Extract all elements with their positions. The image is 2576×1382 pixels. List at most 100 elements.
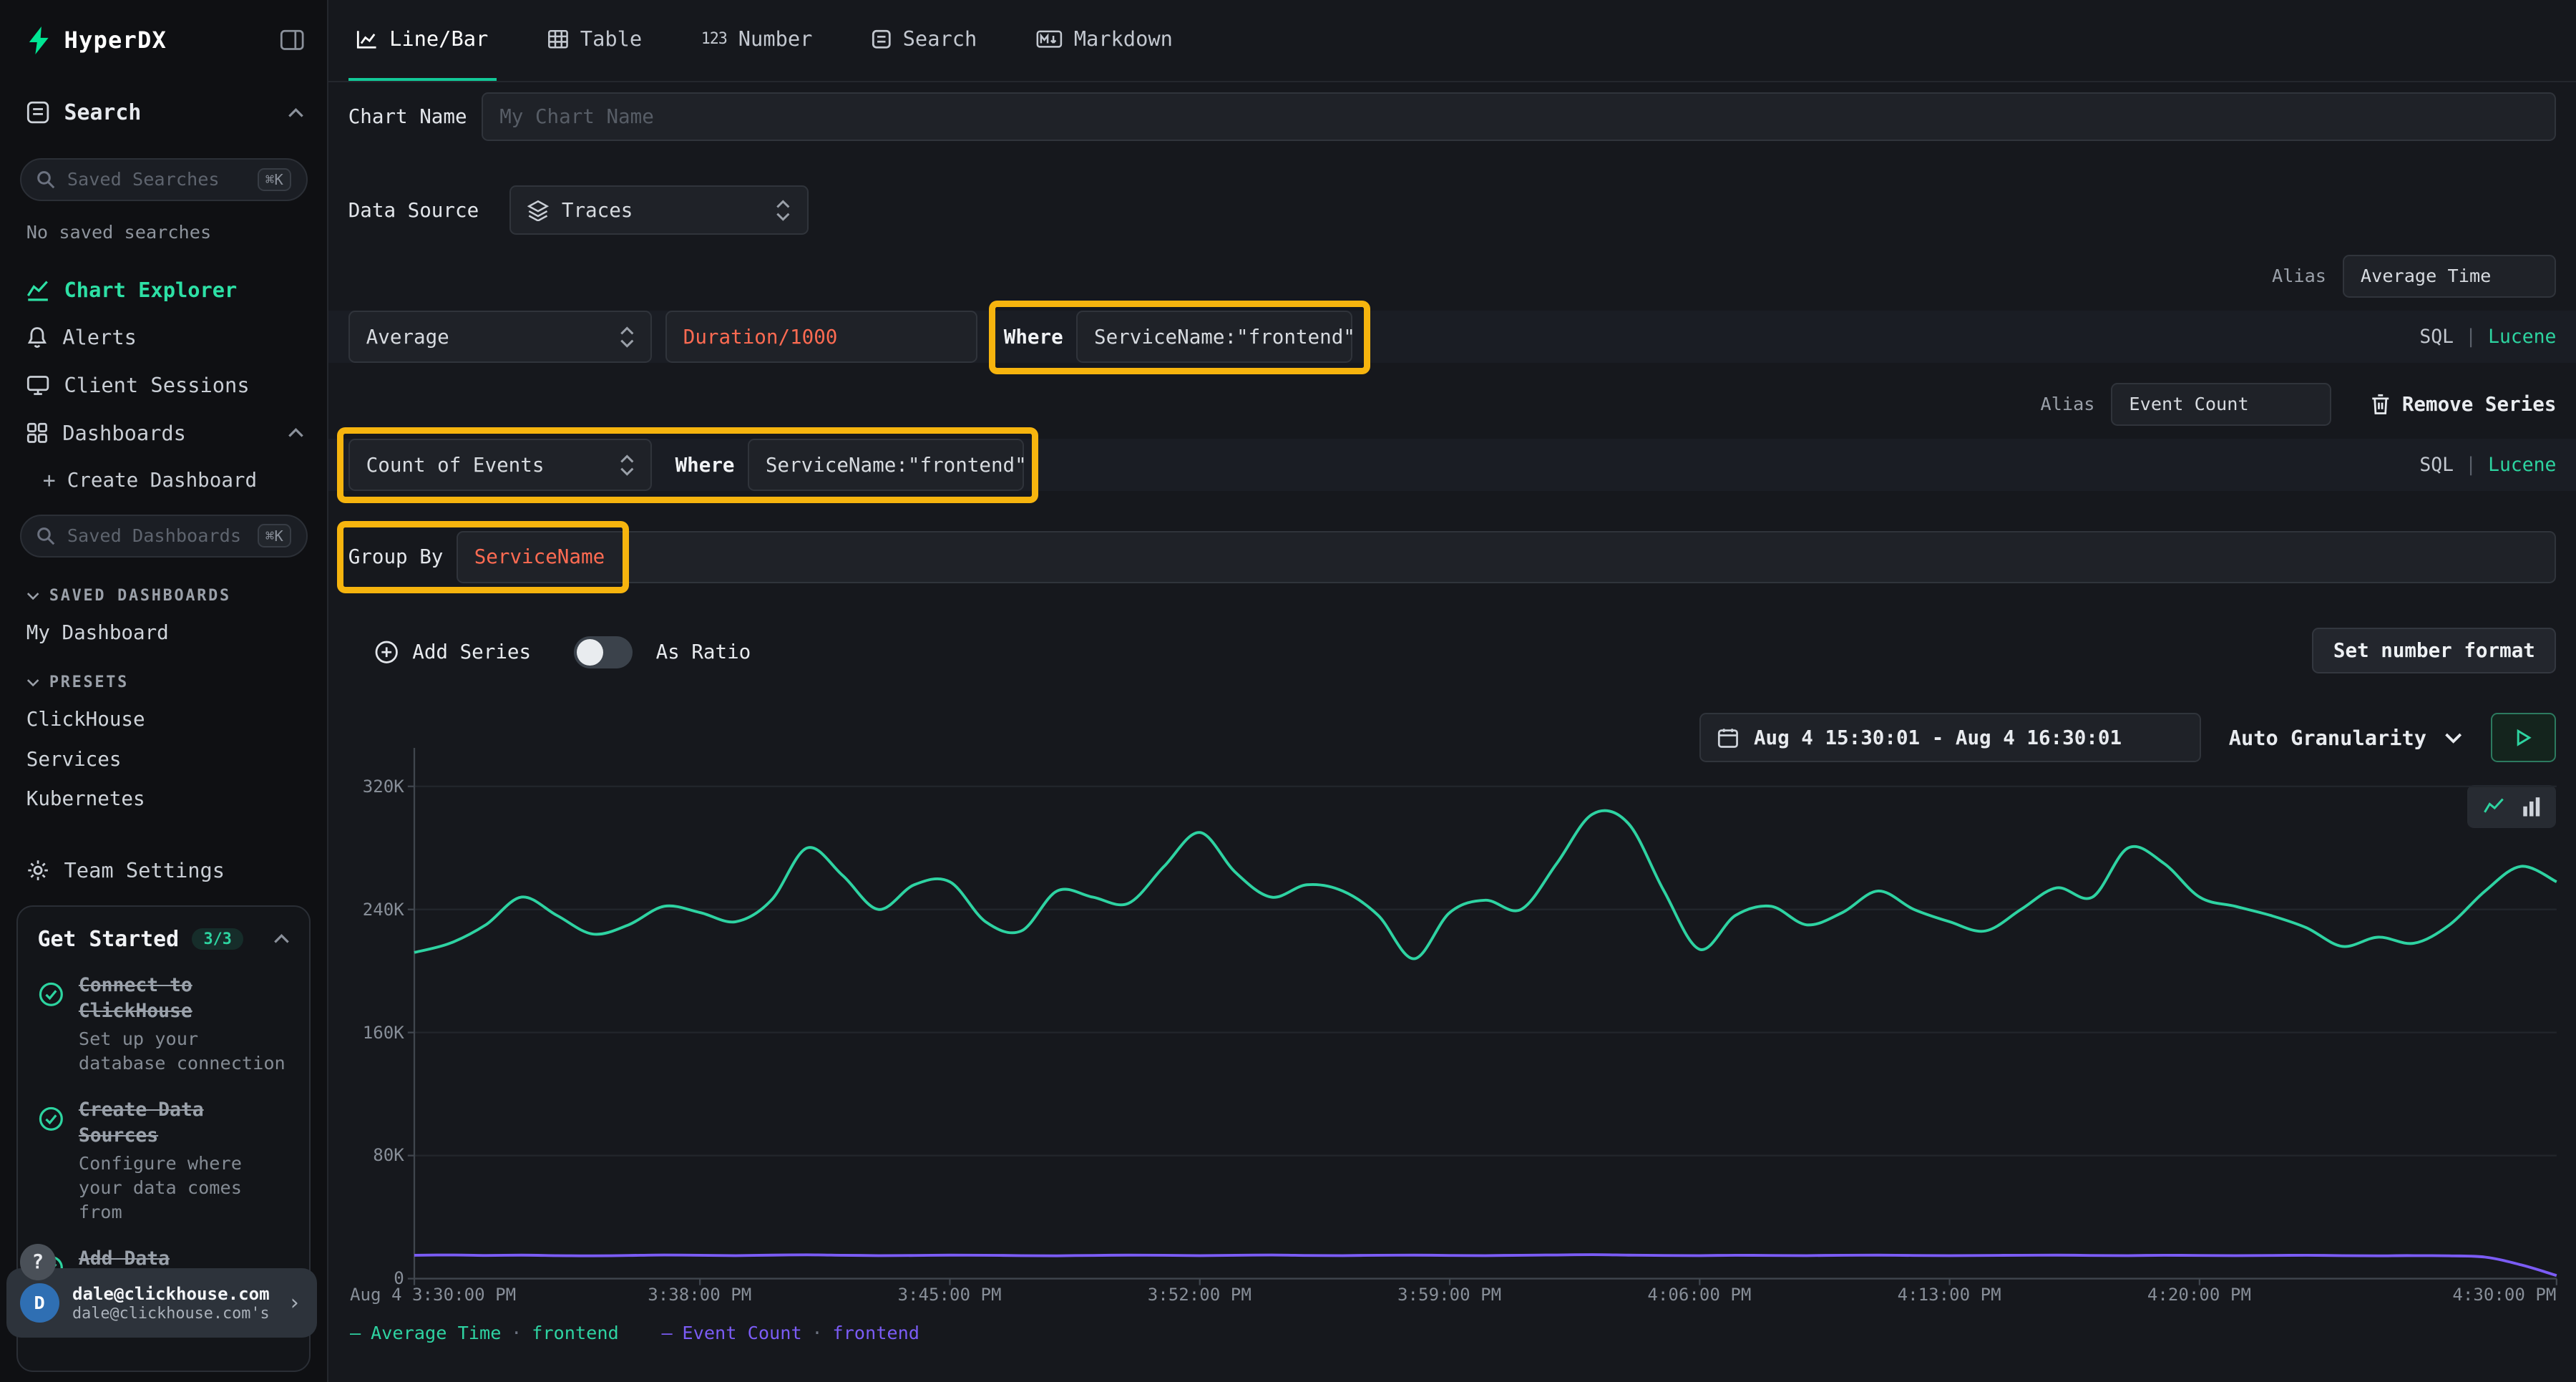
- plus-circle-icon: [374, 640, 399, 664]
- legend-item-average-time[interactable]: — Average Time · frontend: [350, 1323, 619, 1343]
- chevron-up-icon: [273, 934, 290, 944]
- user-menu[interactable]: D dale@clickhouse.com dale@clickhouse.co…: [6, 1268, 317, 1337]
- series1-alias-input[interactable]: Average Time: [2343, 255, 2556, 298]
- y-tick-label: 160K: [363, 1023, 404, 1043]
- legend-dash: —: [350, 1323, 361, 1343]
- search-section-label: Search: [64, 100, 142, 125]
- alias-label: Alias: [2272, 266, 2326, 286]
- x-tick-label: 3:52:00 PM: [1148, 1285, 1252, 1305]
- add-series-row: Add Series As Ratio: [374, 631, 751, 674]
- sidebar-item-label: Team Settings: [64, 858, 225, 882]
- group-by-input[interactable]: ServiceName: [457, 531, 2557, 583]
- plus-icon: +: [43, 468, 56, 493]
- series1-aggregation-select[interactable]: Average: [348, 311, 653, 363]
- chart-name-input[interactable]: My Chart Name: [482, 92, 2556, 142]
- chevron-up-icon: [288, 428, 304, 438]
- chart-area: Aug 4 15:30:01 - Aug 4 16:30:01 Auto Gra…: [328, 699, 2576, 1382]
- sidebar-section-search[interactable]: Search: [0, 100, 327, 125]
- chevron-down-icon: [26, 678, 39, 686]
- tab-table[interactable]: Table: [539, 0, 650, 81]
- tab-markdown[interactable]: Markdown: [1028, 0, 1181, 81]
- play-icon: [2515, 728, 2532, 748]
- series2-row: Count of Events Where ServiceName:"front…: [328, 439, 2576, 491]
- set-number-format-button[interactable]: Set number format: [2312, 628, 2556, 673]
- data-source-select[interactable]: Traces: [509, 185, 809, 235]
- presets-header[interactable]: PRESETS: [26, 673, 327, 691]
- saved-dashboards-header[interactable]: SAVED DASHBOARDS: [26, 587, 327, 605]
- sidebar-item-kubernetes[interactable]: Kubernetes: [26, 789, 327, 810]
- chart-legend: — Average Time · frontend — Event Count …: [350, 1323, 919, 1343]
- chart-plot-svg[interactable]: [414, 748, 2557, 1279]
- tab-line-bar[interactable]: Line/Bar: [348, 0, 497, 81]
- line-chart-icon: [356, 29, 378, 49]
- lucene-option[interactable]: Lucene: [2488, 454, 2556, 476]
- collapse-sidebar-icon[interactable]: [280, 29, 304, 51]
- sidebar-nav: Chart Explorer Alerts Client Sessions Da…: [0, 266, 327, 457]
- help-button[interactable]: ?: [20, 1244, 57, 1280]
- sidebar-item-team-settings[interactable]: Team Settings: [0, 850, 327, 892]
- get-started-item[interactable]: Connect to ClickHouse Set up your databa…: [38, 973, 290, 1076]
- y-tick-label: 240K: [363, 900, 404, 920]
- group-by-row: Group By ServiceName: [348, 531, 2557, 583]
- layers-icon: [527, 200, 549, 221]
- monitor-icon: [26, 374, 49, 396]
- check-circle-icon: [38, 981, 64, 1076]
- number-123-icon: 123: [701, 30, 727, 48]
- sidebar-item-chart-explorer[interactable]: Chart Explorer: [0, 266, 327, 314]
- select-chevrons-icon: [620, 454, 635, 477]
- add-series-button[interactable]: Add Series: [374, 640, 531, 664]
- saved-searches-input[interactable]: Saved Searches ⌘K: [20, 158, 308, 201]
- trash-icon: [2371, 394, 2391, 415]
- logo-row: HyperDX: [0, 0, 327, 54]
- as-ratio-toggle[interactable]: [574, 636, 633, 669]
- tab-search[interactable]: Search: [864, 0, 985, 81]
- sidebar-item-label: Chart Explorer: [64, 278, 238, 302]
- get-started-item-title: Connect to ClickHouse: [79, 973, 290, 1023]
- select-chevrons-icon: [776, 199, 791, 222]
- remove-series-button[interactable]: Remove Series: [2371, 393, 2556, 416]
- series2-aggregation-select[interactable]: Count of Events: [348, 439, 653, 491]
- user-email: dale@clickhouse.com: [72, 1283, 270, 1305]
- saved-dashboards-placeholder: Saved Dashboards: [67, 525, 241, 546]
- series2-alias-input[interactable]: Event Count: [2111, 383, 2331, 426]
- get-started-item[interactable]: Create Data Sources Configure where your…: [38, 1097, 290, 1225]
- y-axis-labels: 320K240K160K80K0: [328, 699, 407, 1382]
- markdown-icon: [1036, 30, 1063, 48]
- sidebar-item-client-sessions[interactable]: Client Sessions: [0, 361, 327, 409]
- chevron-down-icon: [26, 592, 39, 600]
- sidebar-item-alerts[interactable]: Alerts: [0, 313, 327, 361]
- saved-dashboards-input[interactable]: Saved Dashboards ⌘K: [20, 515, 308, 558]
- sidebar-item-label: Dashboards: [62, 421, 186, 445]
- sidebar-item-services[interactable]: Services: [26, 749, 327, 771]
- legend-group: frontend: [832, 1323, 919, 1343]
- series2-language-toggle: SQL | Lucene: [2419, 454, 2556, 476]
- chevron-right-icon: ›: [288, 1290, 301, 1315]
- gear-icon: [26, 859, 49, 882]
- x-tick-label: 4:06:00 PM: [1647, 1285, 1751, 1305]
- view-tabbar: Line/Bar Table 123 Number Search Markdow…: [328, 0, 2576, 82]
- series1-row: Average Duration/1000 Where ServiceName:…: [328, 311, 2576, 363]
- sidebar-item-dashboards[interactable]: Dashboards: [0, 409, 327, 457]
- tab-number[interactable]: 123 Number: [693, 0, 821, 81]
- calendar-icon: [1717, 727, 1739, 749]
- sidebar-item-my-dashboard[interactable]: My Dashboard: [26, 623, 327, 644]
- sql-option[interactable]: SQL: [2419, 454, 2454, 476]
- series2-where-input[interactable]: ServiceName:"frontend": [748, 439, 1024, 491]
- create-dashboard-button[interactable]: + Create Dashboard: [43, 468, 327, 493]
- app-logo-text: HyperDX: [64, 26, 167, 54]
- sidebar-item-clickhouse[interactable]: ClickHouse: [26, 709, 327, 731]
- data-source-label: Data Source: [348, 199, 489, 222]
- legend-item-event-count[interactable]: — Event Count · frontend: [661, 1323, 919, 1343]
- bell-icon: [26, 326, 48, 349]
- lucene-option[interactable]: Lucene: [2488, 326, 2556, 348]
- where-label: Where: [1004, 326, 1063, 349]
- toggle-knob: [577, 639, 603, 666]
- series1-field-input[interactable]: Duration/1000: [665, 311, 977, 363]
- series1-where-input[interactable]: ServiceName:"frontend": [1076, 311, 1352, 363]
- where-label: Where: [675, 454, 735, 477]
- app-root: HyperDX Search Saved Searches ⌘K No save…: [0, 0, 2576, 1382]
- sql-option[interactable]: SQL: [2419, 326, 2454, 348]
- shortcut-badge: ⌘K: [258, 524, 291, 548]
- get-started-header[interactable]: Get Started 3/3: [38, 927, 290, 952]
- get-started-item-desc: Configure where your data comes from: [79, 1152, 290, 1225]
